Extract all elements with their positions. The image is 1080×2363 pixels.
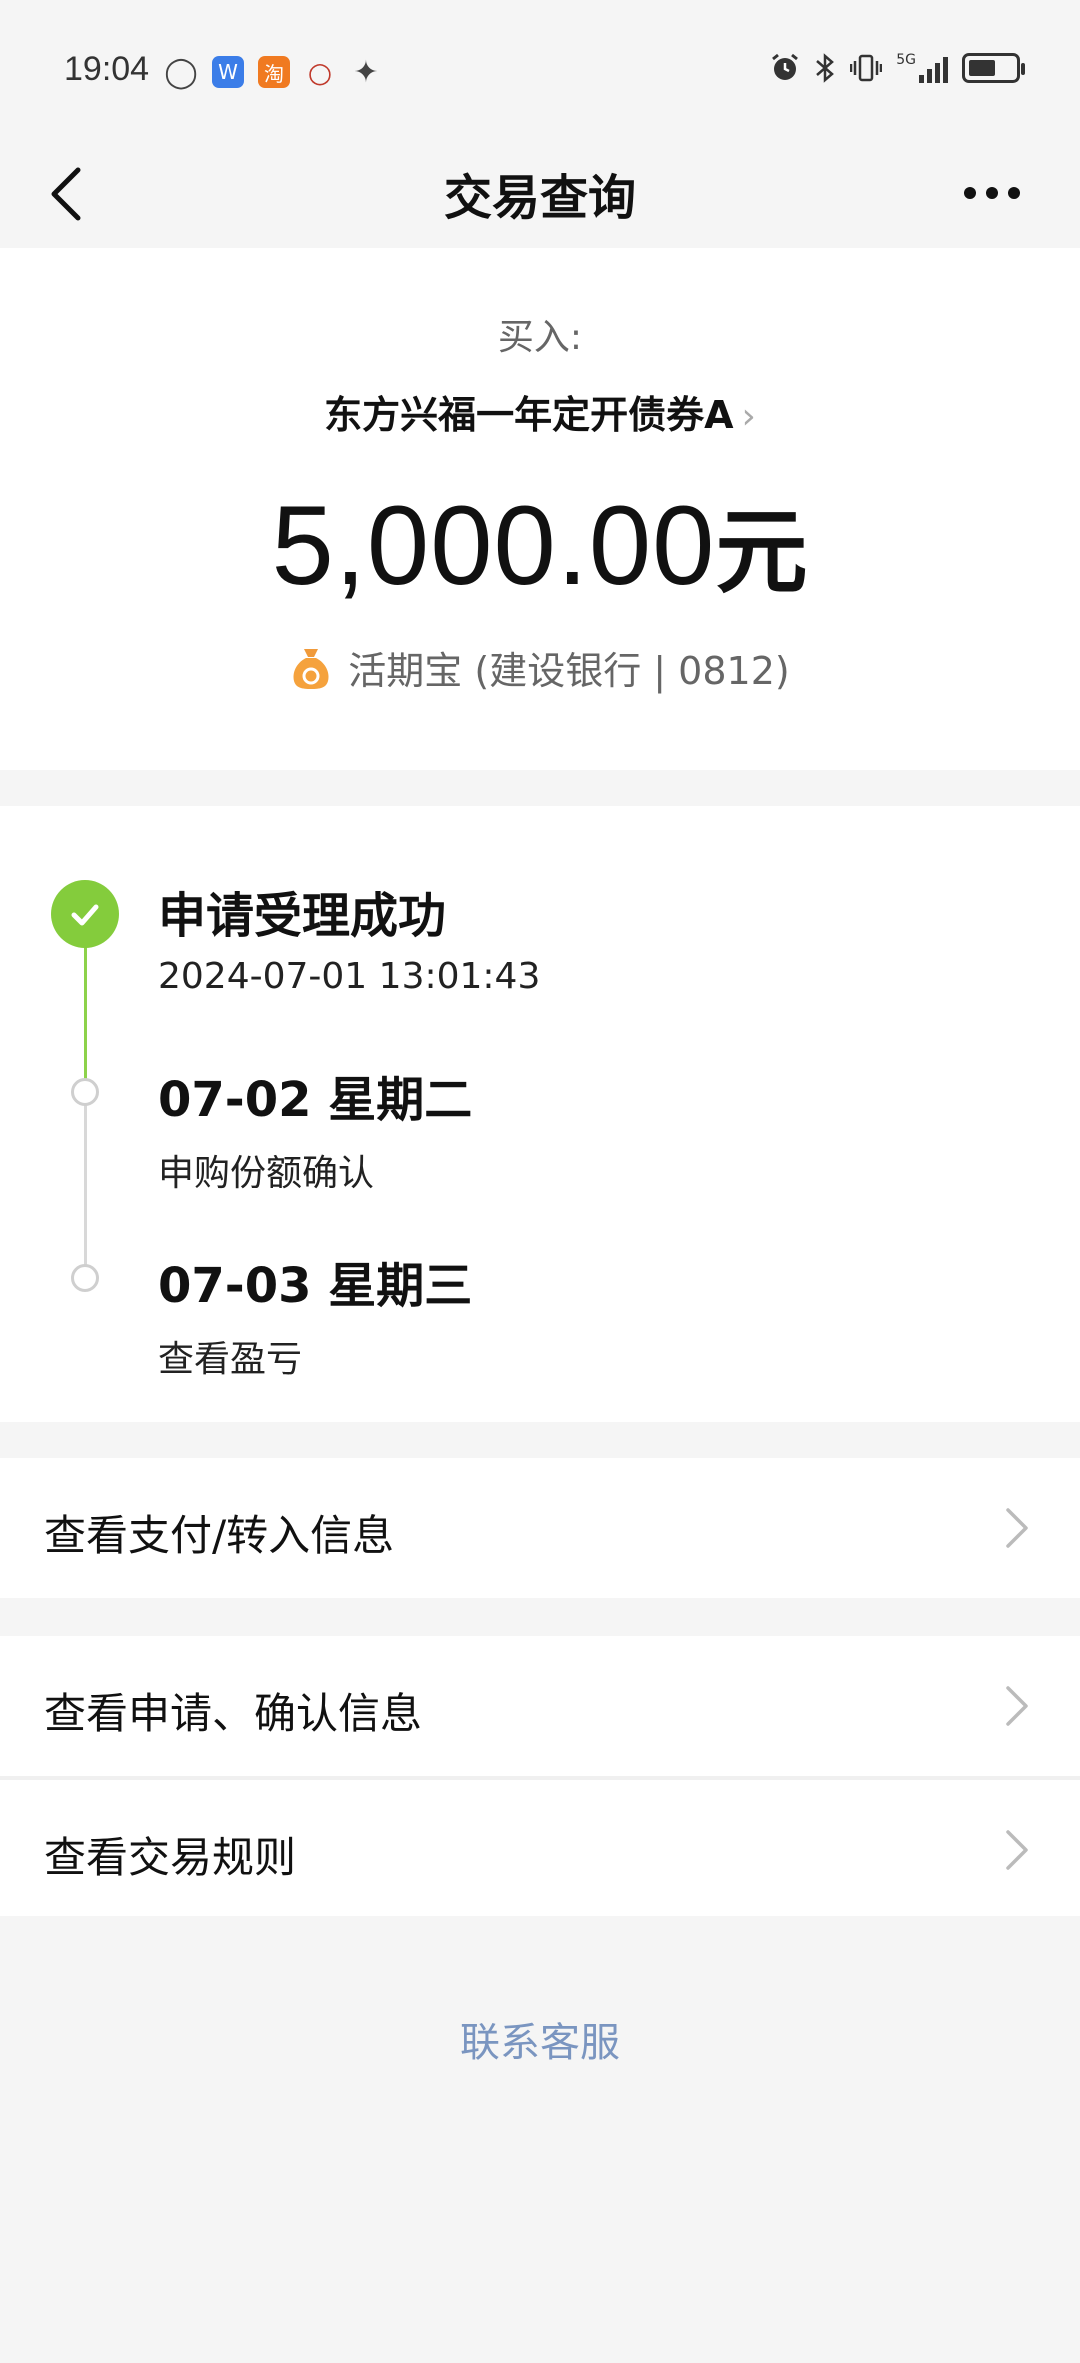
chevron-right-icon	[1006, 1508, 1028, 1548]
timeline-step-subtitle: 申购份额确认	[158, 1153, 375, 1194]
timeline-step-title: 07-03 星期三	[158, 1258, 473, 1314]
money-bag-icon	[293, 648, 329, 689]
battery-icon	[962, 53, 1025, 83]
alarm-icon	[772, 53, 799, 80]
payment-method-text: 活期宝 (建设银行 | 0812)	[348, 649, 790, 693]
amount: 5,000.00元	[0, 478, 1080, 611]
list-item-trade-rules[interactable]: 查看交易规则	[0, 1776, 1080, 1916]
amount-unit: 元	[715, 499, 809, 606]
timeline-dot-icon	[71, 1264, 99, 1292]
transaction-summary: 买入: 东方兴福一年定开债券A › 5,000.00元 活期宝 (建设银行 | 0…	[0, 248, 1080, 770]
fund-name-link[interactable]: 东方兴福一年定开债券A ›	[0, 384, 1080, 439]
taobao-icon: 淘	[258, 56, 290, 88]
system-icons: 5G	[770, 52, 1025, 84]
action-label: 买入:	[497, 317, 583, 358]
nav-bar: 交易查询	[0, 140, 1080, 248]
amount-value: 5,000.00	[271, 483, 716, 608]
vibrate-icon	[850, 54, 883, 82]
list-item-label: 查看交易规则	[44, 1833, 297, 1882]
bank-logo-icon: ○	[307, 55, 333, 89]
notification-icons: ◯ W 淘 ○ ✦	[164, 54, 382, 90]
chevron-right-icon	[1006, 1830, 1028, 1870]
more-options-icon[interactable]	[964, 168, 1028, 218]
details-section: 查看申请、确认信息 查看交易规则	[0, 1636, 1080, 1916]
timeline-step-subtitle: 2024-07-01 13:01:43	[158, 956, 541, 997]
alipay-icon: ✦	[353, 54, 379, 90]
progress-timeline: 申请受理成功 2024-07-01 13:01:43 07-02 星期二 申购份…	[0, 806, 1080, 1422]
contact-customer-service-link[interactable]: 联系客服	[0, 2010, 1080, 2068]
status-bar: 19:04 ◯ W 淘 ○ ✦ 5G	[0, 0, 1080, 140]
page-title: 交易查询	[443, 170, 636, 226]
fund-name: 东方兴福一年定开债券A	[324, 393, 734, 437]
payment-method: 活期宝 (建设银行 | 0812)	[0, 640, 1080, 695]
bluetooth-icon	[816, 53, 835, 83]
timeline-step-title: 申请受理成功	[158, 888, 447, 944]
timeline-step-title: 07-02 星期二	[158, 1072, 473, 1128]
list-item-application-info[interactable]: 查看申请、确认信息	[0, 1636, 1080, 1776]
chevron-right-icon	[1006, 1686, 1028, 1726]
signal-bars	[919, 53, 948, 83]
5g-signal-icon: 5G	[896, 53, 948, 83]
chat-bubble-icon: ◯	[164, 54, 198, 90]
status-time: 19:04	[64, 50, 150, 88]
list-item-label: 查看申请、确认信息	[44, 1689, 423, 1738]
payment-info-section: 查看支付/转入信息	[0, 1458, 1080, 1598]
timeline-dot-icon	[71, 1078, 99, 1106]
check-circle-icon	[51, 880, 119, 948]
list-item-payment-info[interactable]: 查看支付/转入信息	[0, 1458, 1080, 1598]
network-label: 5G	[896, 52, 916, 68]
battery-fill	[969, 60, 995, 76]
timeline-line-pending	[84, 1084, 87, 1278]
list-item-label: 查看支付/转入信息	[44, 1511, 395, 1560]
wps-w-icon: W	[212, 56, 244, 88]
chevron-right-icon: ›	[741, 396, 756, 437]
timeline-step-subtitle: 查看盈亏	[158, 1339, 303, 1380]
